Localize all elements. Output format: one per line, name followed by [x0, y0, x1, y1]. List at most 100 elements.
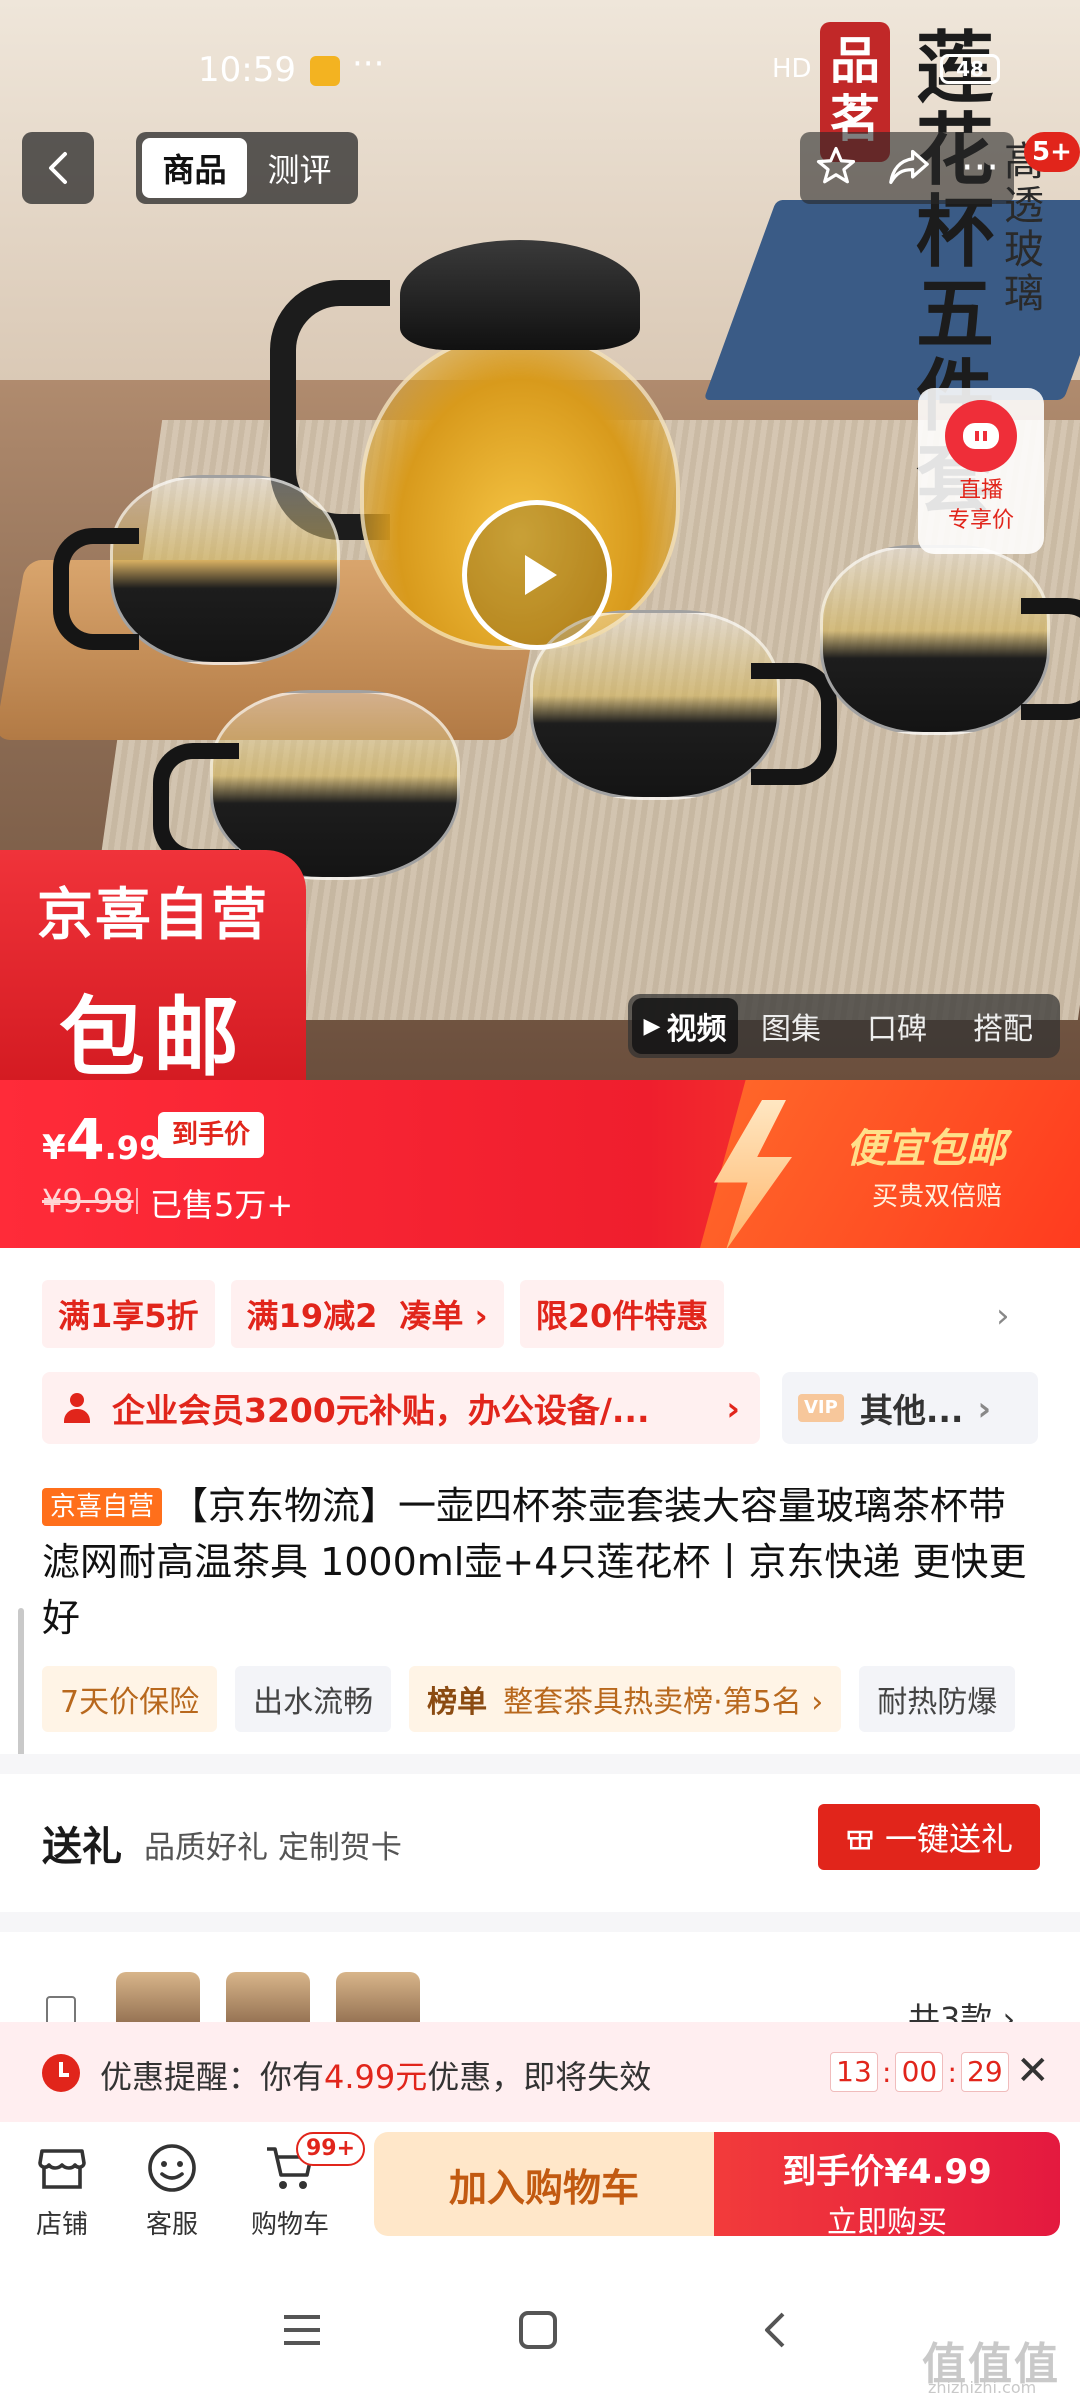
tab-product[interactable]: 商品: [142, 138, 247, 198]
price-decimal: .99: [104, 1129, 162, 1167]
benefit-row: 企业会员3200元补贴，办公设备/... › VIP 其他... ›: [42, 1372, 1042, 1444]
original-price: ¥9.98: [42, 1182, 134, 1220]
media-tab-gallery[interactable]: 图集: [738, 998, 844, 1054]
signal-icon: HD: [772, 54, 812, 84]
final-price-chip: 到手价: [158, 1112, 265, 1158]
home-button[interactable]: [508, 2300, 568, 2360]
more-icon: ···: [960, 145, 999, 191]
ranking-text: 整套茶具热卖榜·第5名 ›: [503, 1685, 824, 1720]
live-icon: [945, 400, 1017, 472]
service-label: 客服: [145, 2210, 198, 2240]
sold-count: 已售5万+: [135, 1180, 293, 1226]
customer-service-button[interactable]: 客服: [122, 2138, 222, 2241]
one-click-gift-button[interactable]: 一键送礼: [818, 1804, 1040, 1870]
media-tab-reviews[interactable]: 口碑: [844, 998, 950, 1054]
coupon-row: 满1享5折 满19减2 凑单 › 限20件特惠: [42, 1280, 725, 1348]
discount-reminder-bar: 优惠提醒：你有4.99元优惠，即将失效 13: 00: 29 ✕: [0, 2022, 1080, 2122]
cart-count-badge: 99+: [296, 2132, 366, 2166]
buy-now-label: 立即购买: [827, 2205, 947, 2240]
enterprise-member-subsidy[interactable]: 企业会员3200元补贴，办公设备/... ›: [42, 1372, 760, 1444]
star-icon: [816, 146, 856, 184]
coupon-more-chevron-icon[interactable]: ›: [996, 1296, 1010, 1336]
final-price: ¥4.99: [42, 1108, 161, 1173]
top-actions: ···: [800, 132, 1014, 204]
shop-label: 店铺: [35, 2210, 88, 2240]
message-badge: 5+: [1024, 132, 1080, 172]
more-button[interactable]: ···: [961, 148, 999, 188]
other-benefits[interactable]: VIP 其他... ›: [782, 1372, 1038, 1444]
variant-thumbnails: 共3款 ›: [0, 1932, 1080, 2042]
section-divider: [0, 1912, 1080, 1932]
reminder-suffix: 优惠，即将失效: [427, 2058, 652, 2096]
live-stream-widget[interactable]: 直播 专享价: [918, 388, 1044, 554]
cart-button[interactable]: 购物车 99+: [240, 2132, 366, 2241]
product-title: 京喜自营 【京东物流】一壶四杯茶壶套装大容量玻璃茶杯带滤网耐高温茶具 1000ml…: [42, 1478, 1042, 1646]
feature-heat-resistant: 耐热防爆: [859, 1666, 1016, 1732]
reminder-prefix: 优惠提醒：你有: [100, 2058, 325, 2096]
price-banner: ¥4.99 到手价 ¥9.98 已售5万+ 便宜包邮 买贵双倍赔: [0, 1080, 1080, 1248]
media-tab-video[interactable]: ▶ 视频: [632, 998, 738, 1054]
timer-seconds: 29: [960, 2052, 1009, 2092]
gift-section: 送礼 品质好礼 定制贺卡 一键送礼: [0, 1774, 1080, 1912]
favorite-button[interactable]: [815, 145, 857, 191]
coupon-add-on-link: 凑单 ›: [399, 1297, 488, 1335]
media-tab-bundle[interactable]: 搭配: [950, 998, 1056, 1054]
price-symbol: ¥: [42, 1128, 66, 1168]
user-icon: [62, 1393, 92, 1423]
clock-icon: [42, 2054, 80, 2092]
back-button[interactable]: [22, 132, 94, 204]
buy-now-button[interactable]: 到手价¥4.99 立即购买: [714, 2132, 1060, 2240]
system-back-button[interactable]: [744, 2300, 804, 2360]
status-bar: 10:59 ··· HD 48: [0, 44, 1080, 96]
teacup-image: [53, 475, 340, 665]
notification-icon: [310, 56, 340, 86]
reminder-amount: 4.99元: [324, 2058, 428, 2096]
page-tabs: 商品 测评: [136, 132, 358, 204]
media-tab-label: 视频: [666, 1012, 727, 1047]
back-chevron-icon: [765, 2312, 785, 2348]
cart-label: 购物车: [250, 2210, 329, 2240]
bottom-action-bar: 店铺 客服 购物车 99+ 加入购物车 到手价¥4.99 立即购买: [0, 2122, 1080, 2260]
battery-icon: 48: [940, 54, 1000, 84]
scroll-indicator: [18, 1608, 24, 1768]
share-icon: [889, 149, 929, 184]
shop-icon: [38, 2149, 86, 2189]
shop-button[interactable]: 店铺: [12, 2138, 112, 2241]
play-video-button[interactable]: [462, 500, 612, 650]
ranking-badge[interactable]: 榜单 整套茶具热卖榜·第5名 ›: [409, 1666, 842, 1732]
add-to-cart-button[interactable]: 加入购物车: [374, 2132, 714, 2236]
coupon-discount[interactable]: 满1享5折: [42, 1280, 215, 1348]
share-button[interactable]: [887, 146, 931, 190]
coupon-label: 满19减2: [246, 1297, 378, 1335]
promo-tag-line2: 包邮: [59, 988, 247, 1080]
back-arrow-icon: [49, 152, 67, 184]
self-operated-free-shipping-tag: 京喜自营 包邮: [0, 850, 306, 1080]
buy-price-label: 到手价¥4.99: [782, 2152, 992, 2192]
feature-price-protection[interactable]: 7天价保险: [42, 1666, 218, 1732]
recent-apps-button[interactable]: [272, 2300, 332, 2360]
media-tabs: ▶ 视频 图集 口碑 搭配: [628, 994, 1060, 1058]
ranking-label: 榜单: [427, 1685, 488, 1720]
cheap-free-shipping-slogan: 便宜包邮: [846, 1126, 1006, 1172]
feature-smooth-pour: 出水流畅: [235, 1666, 392, 1732]
close-icon[interactable]: ✕: [1016, 2048, 1050, 2094]
home-square-icon: [519, 2311, 557, 2349]
timer-hours: 13: [830, 2052, 878, 2092]
reminder-text: 优惠提醒：你有4.99元优惠，即将失效: [100, 2052, 651, 2098]
coupon-limited-offer[interactable]: 限20件特惠: [519, 1280, 725, 1348]
self-operated-tag: 京喜自营: [42, 1488, 163, 1526]
gift-title: 送礼: [42, 1824, 122, 1870]
vip-icon: VIP: [798, 1394, 844, 1422]
gift-subtitle: 品质好礼 定制贺卡: [144, 1830, 402, 1866]
tab-review[interactable]: 测评: [247, 138, 352, 198]
play-small-icon: ▶: [643, 1013, 661, 1039]
system-navigation-bar: [0, 2260, 1080, 2400]
live-label: 直播: [958, 478, 1003, 503]
product-title-text: 【京东物流】一壶四杯茶壶套装大容量玻璃茶杯带滤网耐高温茶具 1000ml壶+4只…: [42, 1484, 1027, 1640]
section-divider: [0, 1754, 1080, 1774]
coupon-full-reduction[interactable]: 满19减2 凑单 ›: [230, 1280, 504, 1348]
live-price-label: 专享价: [947, 508, 1014, 533]
chevron-right-icon: ›: [977, 1388, 992, 1428]
chevron-right-icon: ›: [726, 1388, 740, 1428]
gift-icon: [847, 1830, 873, 1850]
